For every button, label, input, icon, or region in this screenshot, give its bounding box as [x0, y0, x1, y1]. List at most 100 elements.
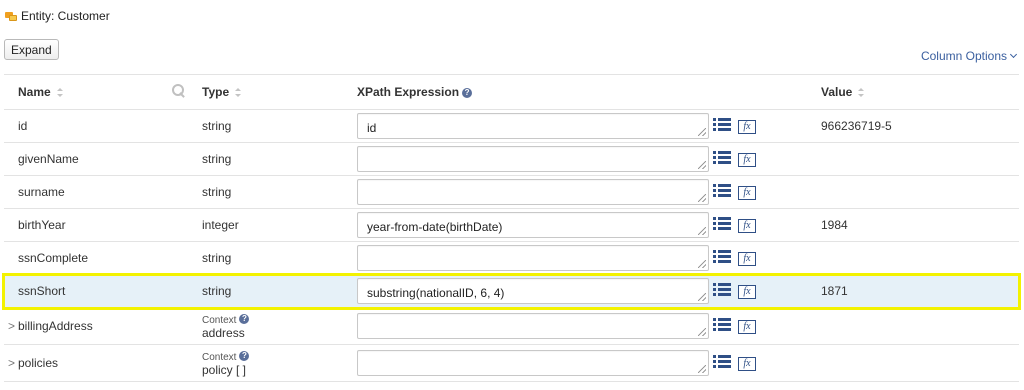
table-row[interactable]: surname string fx — [4, 176, 1019, 209]
list-icon — [713, 216, 731, 231]
name-value: id — [18, 119, 28, 133]
fx-button[interactable]: fx — [738, 250, 756, 266]
xpath-cell — [357, 146, 709, 172]
resize-grip-icon[interactable] — [698, 365, 706, 373]
table-row[interactable]: > policies Context? policy [ ] fx — [4, 345, 1019, 382]
list-icon — [713, 249, 731, 264]
list-button[interactable] — [713, 249, 731, 267]
context-label-wrap: Context? — [202, 313, 250, 327]
name-value: birthYear — [18, 218, 66, 232]
function-icon: fx — [738, 252, 756, 266]
table-row[interactable]: > billingAddress Context? address fx — [4, 308, 1019, 345]
type-value: integer — [202, 218, 239, 232]
fx-button[interactable]: fx — [738, 118, 756, 134]
entity-header: Entity: Customer — [5, 9, 110, 23]
list-button[interactable] — [713, 150, 731, 168]
xpath-input[interactable]: year-from-date(birthDate) — [357, 212, 709, 238]
xpath-input[interactable] — [357, 245, 709, 271]
column-options-link[interactable]: Column Options — [920, 49, 1018, 63]
name-value: ssnComplete — [18, 251, 89, 265]
list-button[interactable] — [713, 282, 731, 300]
xpath-cell: substring(nationalID, 6, 4) — [357, 278, 709, 304]
table-body: id string id fx 966236719-5 givenName st… — [2, 110, 1021, 382]
resize-grip-icon[interactable] — [698, 328, 706, 336]
chevron-down-icon — [1009, 50, 1018, 59]
xpath-text: substring(nationalID, 6, 4) — [367, 286, 505, 300]
column-header-name-label: Name — [18, 85, 51, 99]
context-label: Context — [202, 314, 237, 326]
context-label: Context — [202, 351, 237, 363]
type-value: string — [202, 251, 232, 265]
mapping-table: Name Type XPath Expression? Value id str… — [2, 74, 1021, 382]
column-header-type[interactable]: Type — [202, 85, 242, 99]
entity-icon — [5, 11, 17, 21]
name-search-button[interactable] — [172, 83, 186, 101]
fx-button[interactable]: fx — [738, 217, 756, 233]
list-button[interactable] — [713, 117, 731, 135]
column-header-value[interactable]: Value — [821, 85, 865, 99]
list-icon — [713, 117, 731, 132]
xpath-input[interactable] — [357, 350, 709, 376]
column-header-xpath-label: XPath Expression — [357, 85, 460, 99]
resize-grip-icon[interactable] — [698, 260, 706, 268]
expand-button[interactable]: Expand — [4, 39, 59, 60]
xpath-text: id — [367, 121, 377, 135]
fx-button[interactable]: fx — [738, 318, 756, 334]
xpath-input[interactable]: id — [357, 113, 709, 139]
column-header-value-label: Value — [821, 85, 853, 99]
list-icon — [713, 150, 731, 165]
type-value: string — [202, 119, 232, 133]
expand-caret-icon[interactable]: > — [8, 356, 15, 370]
function-icon: fx — [738, 285, 756, 299]
xpath-input[interactable] — [357, 146, 709, 172]
table-row[interactable]: birthYear integer year-from-date(birthDa… — [4, 209, 1019, 242]
resize-grip-icon[interactable] — [698, 161, 706, 169]
table-row[interactable]: givenName string fx — [4, 143, 1019, 176]
name-value: billingAddress — [18, 319, 93, 333]
resize-grip-icon[interactable] — [698, 293, 706, 301]
list-button[interactable] — [713, 183, 731, 201]
value-cell: 1984 — [821, 218, 848, 232]
list-icon — [713, 317, 731, 332]
resize-grip-icon[interactable] — [698, 128, 706, 136]
name-value: ssnShort — [18, 284, 66, 298]
type-cell: Context? policy [ ] — [202, 350, 250, 377]
value-cell: 966236719-5 — [821, 119, 892, 133]
fx-button[interactable]: fx — [738, 151, 756, 167]
expand-caret-icon[interactable]: > — [8, 319, 15, 333]
help-icon[interactable]: ? — [239, 351, 250, 362]
entity-title: Entity: Customer — [21, 9, 110, 23]
table-row[interactable]: ssnComplete string fx — [4, 242, 1019, 275]
help-icon[interactable]: ? — [462, 87, 473, 98]
sort-icon — [858, 88, 865, 98]
xpath-input[interactable] — [357, 179, 709, 205]
value-cell: 1871 — [821, 284, 848, 298]
table-row[interactable]: ssnShort string substring(nationalID, 6,… — [2, 273, 1021, 310]
xpath-cell: year-from-date(birthDate) — [357, 212, 709, 238]
function-icon: fx — [738, 153, 756, 167]
search-icon — [172, 83, 186, 98]
fx-button[interactable]: fx — [738, 355, 756, 371]
function-icon: fx — [738, 219, 756, 233]
type-cell: Context? address — [202, 313, 250, 340]
list-button[interactable] — [713, 317, 731, 335]
column-header-xpath: XPath Expression? — [357, 85, 473, 99]
function-icon: fx — [738, 120, 756, 134]
resize-grip-icon[interactable] — [698, 194, 706, 202]
xpath-cell — [357, 313, 709, 339]
list-button[interactable] — [713, 354, 731, 372]
column-header-name[interactable]: Name — [18, 85, 63, 99]
help-icon[interactable]: ? — [239, 314, 250, 325]
xpath-cell — [357, 179, 709, 205]
xpath-input[interactable]: substring(nationalID, 6, 4) — [357, 278, 709, 304]
table-row[interactable]: id string id fx 966236719-5 — [4, 110, 1019, 143]
resize-grip-icon[interactable] — [698, 227, 706, 235]
function-icon: fx — [738, 357, 756, 371]
xpath-input[interactable] — [357, 313, 709, 339]
fx-button[interactable]: fx — [738, 184, 756, 200]
list-button[interactable] — [713, 216, 731, 234]
type-value: policy [ ] — [202, 362, 247, 377]
fx-button[interactable]: fx — [738, 283, 756, 299]
name-value: givenName — [18, 152, 79, 166]
column-options-label: Column Options — [920, 49, 1007, 63]
